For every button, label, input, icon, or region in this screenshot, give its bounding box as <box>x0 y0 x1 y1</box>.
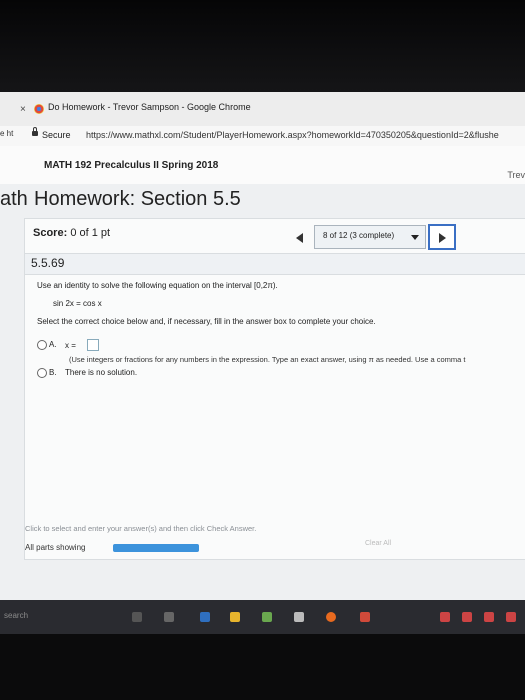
choice-a-hint: (Use integers or fractions for any numbe… <box>69 355 466 364</box>
next-question-button[interactable] <box>428 224 456 250</box>
previous-question-button[interactable] <box>296 233 303 243</box>
score-label: Score: <box>33 227 68 239</box>
browser-icon[interactable] <box>200 612 210 622</box>
task-view-icon[interactable] <box>164 612 174 622</box>
url-text[interactable]: https://www.mathxl.com/Student/PlayerHom… <box>86 130 499 140</box>
microphone-icon[interactable] <box>132 612 142 622</box>
tray-icon[interactable] <box>440 612 450 622</box>
clear-all-button[interactable]: Clear All <box>365 540 391 547</box>
tab-stub[interactable]: e ht <box>0 129 13 138</box>
store-icon[interactable] <box>262 612 272 622</box>
monitor-bezel-top <box>0 0 525 92</box>
chevron-down-icon <box>411 235 419 240</box>
folder-icon[interactable] <box>230 612 240 622</box>
taskbar-search[interactable]: search <box>4 611 28 620</box>
homework-prefix-stub: ath <box>0 188 28 210</box>
parts-progress-fill <box>113 544 199 552</box>
window-titlebar: × Do Homework - Trevor Sampson - Google … <box>0 92 525 126</box>
notification-icon[interactable] <box>506 612 516 622</box>
choice-a-text: x = <box>65 341 76 350</box>
question-id: 5.5.69 <box>31 256 65 270</box>
answer-hint-text: Click to select and enter your answer(s)… <box>25 524 257 533</box>
question-panel: Score: 0 of 1 pt 8 of 12 (3 complete) 5.… <box>24 218 525 560</box>
network-icon[interactable] <box>462 612 472 622</box>
window-title: Do Homework - Trevor Sampson - Google Ch… <box>48 102 251 112</box>
course-bar: MATH 192 Precalculus II Spring 2018 Trev <box>0 146 525 184</box>
course-title: MATH 192 Precalculus II Spring 2018 <box>44 160 219 171</box>
homework-header: ath Homework: Section 5.5 <box>0 188 525 214</box>
question-selector[interactable]: 8 of 12 (3 complete) <box>314 225 426 249</box>
mail-icon[interactable] <box>294 612 304 622</box>
screen: × Do Homework - Trevor Sampson - Google … <box>0 92 525 600</box>
parts-showing-label: All parts showing <box>25 543 86 552</box>
choice-b-radio[interactable] <box>37 368 47 378</box>
secure-label: Secure <box>42 130 71 140</box>
question-instruction: Select the correct choice below and, if … <box>37 317 376 326</box>
app-t-icon[interactable] <box>360 612 370 622</box>
lock-icon <box>32 127 38 136</box>
question-equation: sin 2x = cos x <box>53 299 102 308</box>
close-icon[interactable]: × <box>20 104 26 115</box>
score: Score: 0 of 1 pt <box>33 227 110 239</box>
question-prompt: Use an identity to solve the following e… <box>37 281 278 290</box>
choice-b-letter: B. <box>49 368 57 377</box>
answer-input[interactable] <box>87 339 99 351</box>
choice-a-letter: A. <box>49 340 57 349</box>
taskbar: search <box>0 600 525 634</box>
question-position: 8 of 12 (3 complete) <box>323 231 395 240</box>
volume-icon[interactable] <box>484 612 494 622</box>
homework-title: Homework: Section 5.5 <box>34 188 241 210</box>
chrome-taskbar-icon[interactable] <box>326 612 336 622</box>
question-id-bar: 5.5.69 <box>25 253 525 275</box>
parts-progress-bar <box>113 544 199 552</box>
chrome-icon <box>34 104 44 114</box>
address-bar[interactable]: e ht Secure https://www.mathxl.com/Stude… <box>0 126 525 147</box>
score-value: 0 of 1 pt <box>70 227 111 239</box>
monitor-bezel-bottom <box>0 634 525 700</box>
user-name-stub[interactable]: Trev <box>507 170 525 180</box>
choice-a-radio[interactable] <box>37 340 47 350</box>
choice-b-text: There is no solution. <box>65 368 138 377</box>
